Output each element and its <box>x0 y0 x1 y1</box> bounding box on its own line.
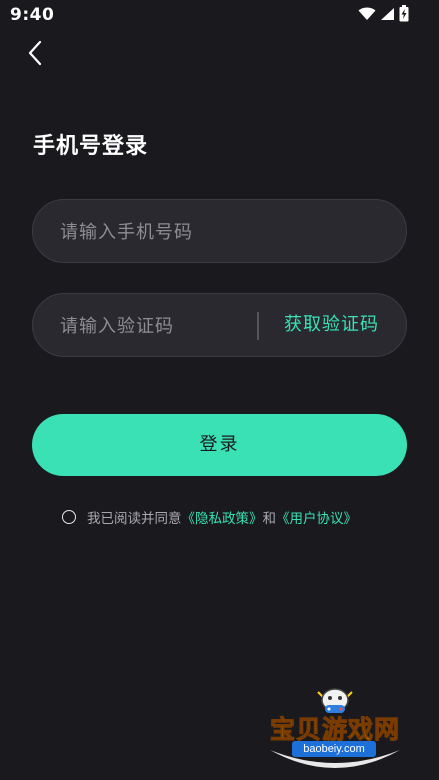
privacy-policy-link[interactable]: 《隐私政策》 <box>182 507 263 527</box>
agreement-and-text: 和 <box>262 511 277 527</box>
status-icons <box>358 4 409 26</box>
agreement-checkbox[interactable] <box>62 510 76 524</box>
watermark-logo: 宝贝游戏网 baobeiy.com <box>262 686 408 776</box>
chevron-left-icon <box>28 40 42 66</box>
code-field-container: 获取验证码 <box>32 293 407 358</box>
verification-code-input[interactable] <box>58 294 252 358</box>
status-time: 9:40 <box>10 5 55 25</box>
agreement-text: 我已阅读并同意 <box>87 511 182 527</box>
battery-charging-icon <box>399 4 409 26</box>
get-code-button[interactable]: 获取验证码 <box>284 294 379 356</box>
login-screen: 9:40 手机号登录 请输入手机号码 请输入验证码 获取验证码 登录 我已阅读并… <box>0 0 439 780</box>
agreement-row: 我已阅读并同意 《隐私政策》 和 《用户协议》 <box>62 505 357 529</box>
signal-icon <box>380 6 395 25</box>
status-bar: 9:40 <box>0 0 439 30</box>
phone-field-container <box>32 199 407 264</box>
page-title: 手机号登录 <box>33 134 149 159</box>
back-button[interactable] <box>20 36 50 70</box>
wifi-icon <box>358 6 376 25</box>
watermark-url: baobeiy.com <box>292 741 376 757</box>
field-divider <box>257 312 259 340</box>
login-button[interactable]: 登录 <box>32 414 407 476</box>
user-agreement-link[interactable]: 《用户协议》 <box>276 507 357 527</box>
phone-input[interactable] <box>58 200 392 264</box>
